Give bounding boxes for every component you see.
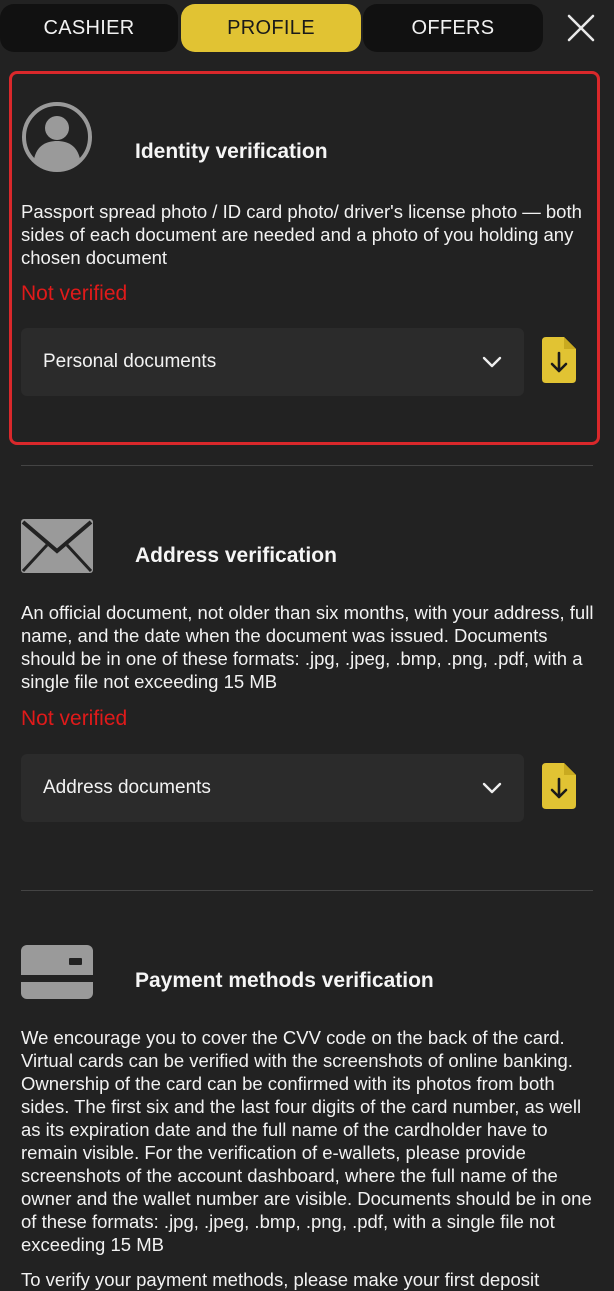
- upload-document-icon[interactable]: [542, 763, 576, 809]
- user-avatar-icon: [22, 102, 92, 172]
- identity-status: Not verified: [21, 282, 128, 305]
- payment-description: We encourage you to cover the CVV code o…: [21, 1027, 592, 1255]
- credit-card-icon: [21, 945, 93, 999]
- identity-document-select[interactable]: Personal documents: [21, 328, 524, 396]
- chevron-down-icon: [482, 782, 502, 794]
- address-document-select[interactable]: Address documents: [21, 754, 524, 822]
- chevron-down-icon: [482, 356, 502, 368]
- address-select-value: Address documents: [43, 777, 211, 798]
- tab-offers[interactable]: OFFERS: [363, 4, 543, 52]
- close-button[interactable]: [560, 8, 602, 48]
- close-icon: [567, 14, 595, 42]
- envelope-icon: [21, 519, 93, 573]
- top-tab-bar: CASHIER PROFILE OFFERS: [0, 0, 614, 56]
- address-status: Not verified: [21, 707, 128, 730]
- identity-description: Passport spread photo / ID card photo/ d…: [21, 201, 582, 268]
- tab-profile[interactable]: PROFILE: [181, 4, 361, 52]
- upload-document-icon[interactable]: [542, 337, 576, 383]
- section-divider: [21, 465, 593, 466]
- payment-title: Payment methods verification: [135, 969, 434, 992]
- section-divider: [21, 890, 593, 891]
- tab-cashier[interactable]: CASHIER: [0, 4, 178, 52]
- address-title: Address verification: [135, 544, 337, 567]
- identity-title: Identity verification: [135, 140, 328, 163]
- identity-select-value: Personal documents: [43, 351, 217, 372]
- address-description: An official document, not older than six…: [21, 602, 594, 692]
